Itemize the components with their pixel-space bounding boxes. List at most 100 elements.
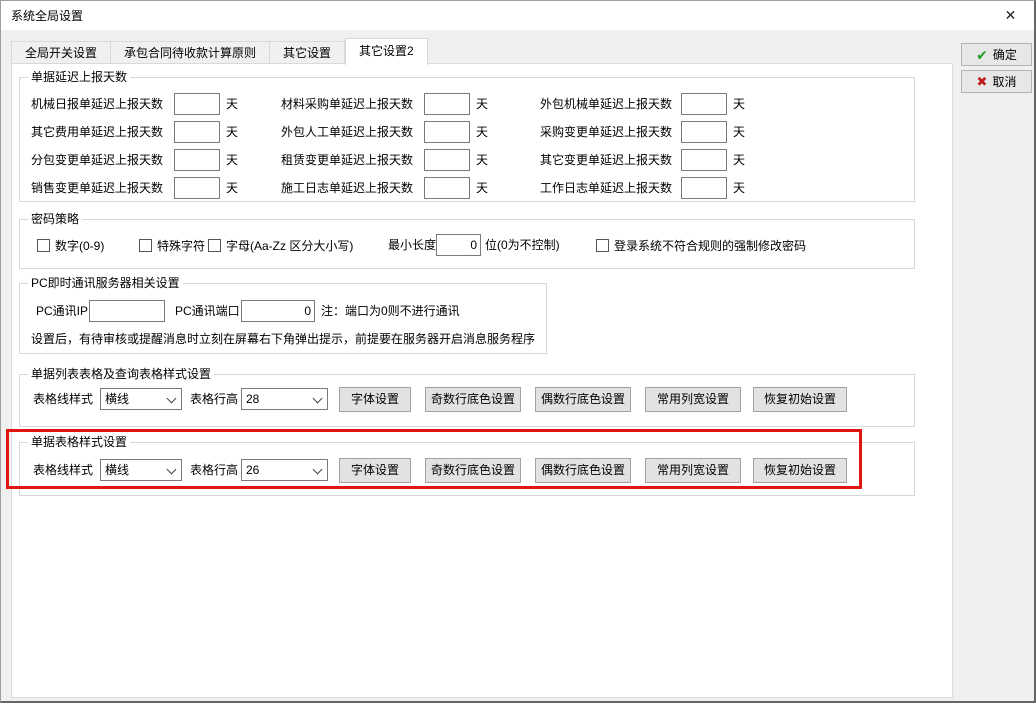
delay-row: 其它费用单延迟上报天数 天 外包人工单延迟上报天数 天 采购变更单延迟上报天数 … xyxy=(20,121,914,143)
delay-field-label: 销售变更单延迟上报天数 xyxy=(31,177,163,199)
ok-button-label: 确定 xyxy=(993,46,1017,63)
row-height-select[interactable]: 26 xyxy=(241,459,328,481)
tab-page: 单据延迟上报天数 机械日报单延迟上报天数 天 材料采购单延迟上报天数 天 外包机… xyxy=(11,63,953,698)
unit-label: 天 xyxy=(733,149,745,171)
even-row-color-button[interactable]: 偶数行底色设置 xyxy=(535,387,631,412)
pc-ip-input[interactable] xyxy=(89,300,165,322)
odd-row-color-button[interactable]: 奇数行底色设置 xyxy=(425,458,521,483)
line-style-label: 表格线样式 xyxy=(33,388,93,410)
pc-messaging-note: 设置后，有待审核或提醒消息时立刻在屏幕右下角弹出提示，前提要在服务器开启消息服务… xyxy=(31,328,535,350)
line-style-select[interactable]: 横线 xyxy=(100,388,182,410)
group-list-table-style-title: 单据列表表格及查询表格样式设置 xyxy=(28,367,214,382)
delay-field-input[interactable] xyxy=(681,177,727,199)
checkbox-special-label: 特殊字符 xyxy=(157,237,205,254)
cancel-button[interactable]: ✖ 取消 xyxy=(961,70,1032,93)
delay-field-input[interactable] xyxy=(174,149,220,171)
checkbox-digit[interactable]: 数字(0-9) xyxy=(37,234,104,256)
delay-field-input[interactable] xyxy=(174,177,220,199)
unit-label: 天 xyxy=(476,149,488,171)
restore-defaults-button[interactable]: 恢复初始设置 xyxy=(753,458,847,483)
delay-field-label: 其它费用单延迟上报天数 xyxy=(31,121,163,143)
delay-field-input[interactable] xyxy=(681,149,727,171)
delay-field-label: 外包机械单延迟上报天数 xyxy=(540,93,672,115)
checkbox-letter-label: 字母(Aa-Zz 区分大小写) xyxy=(226,237,353,254)
dialog-window: 系统全局设置 ✕ ✔ 确定 ✖ 取消 全局开关设置 承包合同待收款计算原则 其它… xyxy=(0,0,1036,703)
odd-row-color-button[interactable]: 奇数行底色设置 xyxy=(425,387,521,412)
column-width-button[interactable]: 常用列宽设置 xyxy=(645,387,741,412)
font-settings-button[interactable]: 字体设置 xyxy=(339,458,411,483)
ok-button[interactable]: ✔ 确定 xyxy=(961,43,1032,66)
chevron-down-icon xyxy=(167,394,177,404)
delay-field-label: 分包变更单延迟上报天数 xyxy=(31,149,163,171)
unit-label: 天 xyxy=(476,93,488,115)
row-height-select[interactable]: 28 xyxy=(241,388,328,410)
unit-label: 天 xyxy=(226,93,238,115)
checkbox-icon[interactable] xyxy=(37,239,50,252)
delay-row: 销售变更单延迟上报天数 天 施工日志单延迟上报天数 天 工作日志单延迟上报天数 … xyxy=(20,177,914,199)
delay-field-input[interactable] xyxy=(174,121,220,143)
line-style-value: 横线 xyxy=(105,389,129,409)
row-height-value: 28 xyxy=(246,389,259,409)
checkbox-icon[interactable] xyxy=(208,239,221,252)
column-width-button[interactable]: 常用列宽设置 xyxy=(645,458,741,483)
group-delay-days: 单据延迟上报天数 机械日报单延迟上报天数 天 材料采购单延迟上报天数 天 外包机… xyxy=(19,77,915,202)
tab-global-switch[interactable]: 全局开关设置 xyxy=(11,41,111,64)
delay-field-input[interactable] xyxy=(424,121,470,143)
window-title: 系统全局设置 xyxy=(1,7,83,24)
delay-field-label: 其它变更单延迟上报天数 xyxy=(540,149,672,171)
delay-field-input[interactable] xyxy=(424,93,470,115)
tab-other-settings-2[interactable]: 其它设置2 xyxy=(345,38,428,65)
group-password-policy: 密码策略 数字(0-9) 特殊字符 字母(Aa-Zz 区分大小写) 最小长度 位… xyxy=(19,219,915,269)
unit-label: 天 xyxy=(733,177,745,199)
checkbox-special[interactable]: 特殊字符 xyxy=(139,234,205,256)
checkbox-force-change[interactable]: 登录系统不符合规则的强制修改密码 xyxy=(596,234,806,256)
row-height-value: 26 xyxy=(246,460,259,480)
min-length-input[interactable] xyxy=(436,234,481,256)
delay-field-label: 材料采购单延迟上报天数 xyxy=(281,93,413,115)
tab-strip: 全局开关设置 承包合同待收款计算原则 其它设置 其它设置2 xyxy=(11,41,428,64)
pc-port-input[interactable] xyxy=(241,300,315,322)
checkbox-letter[interactable]: 字母(Aa-Zz 区分大小写) xyxy=(208,234,353,256)
min-length-label: 最小长度 xyxy=(388,234,436,256)
tab-contract-receivable[interactable]: 承包合同待收款计算原则 xyxy=(111,41,270,64)
even-row-color-button[interactable]: 偶数行底色设置 xyxy=(535,458,631,483)
unit-label: 天 xyxy=(476,177,488,199)
checkbox-icon[interactable] xyxy=(139,239,152,252)
delay-field-label: 工作日志单延迟上报天数 xyxy=(540,177,672,199)
font-settings-button[interactable]: 字体设置 xyxy=(339,387,411,412)
delay-field-input[interactable] xyxy=(174,93,220,115)
delay-field-label: 机械日报单延迟上报天数 xyxy=(31,93,163,115)
restore-defaults-button[interactable]: 恢复初始设置 xyxy=(753,387,847,412)
delay-field-input[interactable] xyxy=(424,177,470,199)
unit-label: 天 xyxy=(733,93,745,115)
check-icon: ✔ xyxy=(976,48,988,62)
min-length-suffix: 位(0为不控制) xyxy=(485,234,560,256)
close-icon[interactable]: ✕ xyxy=(988,1,1033,29)
delay-field-input[interactable] xyxy=(424,149,470,171)
delay-field-label: 采购变更单延迟上报天数 xyxy=(540,121,672,143)
delay-field-input[interactable] xyxy=(681,93,727,115)
cancel-button-label: 取消 xyxy=(992,73,1016,90)
tab-other-settings[interactable]: 其它设置 xyxy=(270,41,345,64)
delay-field-label: 租赁变更单延迟上报天数 xyxy=(281,149,413,171)
chevron-down-icon xyxy=(313,465,323,475)
delay-row: 分包变更单延迟上报天数 天 租赁变更单延迟上报天数 天 其它变更单延迟上报天数 … xyxy=(20,149,914,171)
unit-label: 天 xyxy=(226,121,238,143)
checkbox-force-change-label: 登录系统不符合规则的强制修改密码 xyxy=(614,237,806,254)
unit-label: 天 xyxy=(733,121,745,143)
delay-field-input[interactable] xyxy=(681,121,727,143)
title-bar: 系统全局设置 ✕ xyxy=(1,1,1034,30)
checkbox-icon[interactable] xyxy=(596,239,609,252)
row-height-label: 表格行高 xyxy=(190,459,238,481)
group-delay-days-title: 单据延迟上报天数 xyxy=(28,70,130,85)
line-style-value: 横线 xyxy=(105,460,129,480)
delay-row: 机械日报单延迟上报天数 天 材料采购单延迟上报天数 天 外包机械单延迟上报天数 … xyxy=(20,93,914,115)
chevron-down-icon xyxy=(313,394,323,404)
x-icon: ✖ xyxy=(977,75,988,88)
unit-label: 天 xyxy=(226,177,238,199)
line-style-label: 表格线样式 xyxy=(33,459,93,481)
line-style-select[interactable]: 横线 xyxy=(100,459,182,481)
delay-field-label: 施工日志单延迟上报天数 xyxy=(281,177,413,199)
group-password-policy-title: 密码策略 xyxy=(28,212,82,227)
group-doc-table-style-title: 单据表格样式设置 xyxy=(28,435,130,450)
